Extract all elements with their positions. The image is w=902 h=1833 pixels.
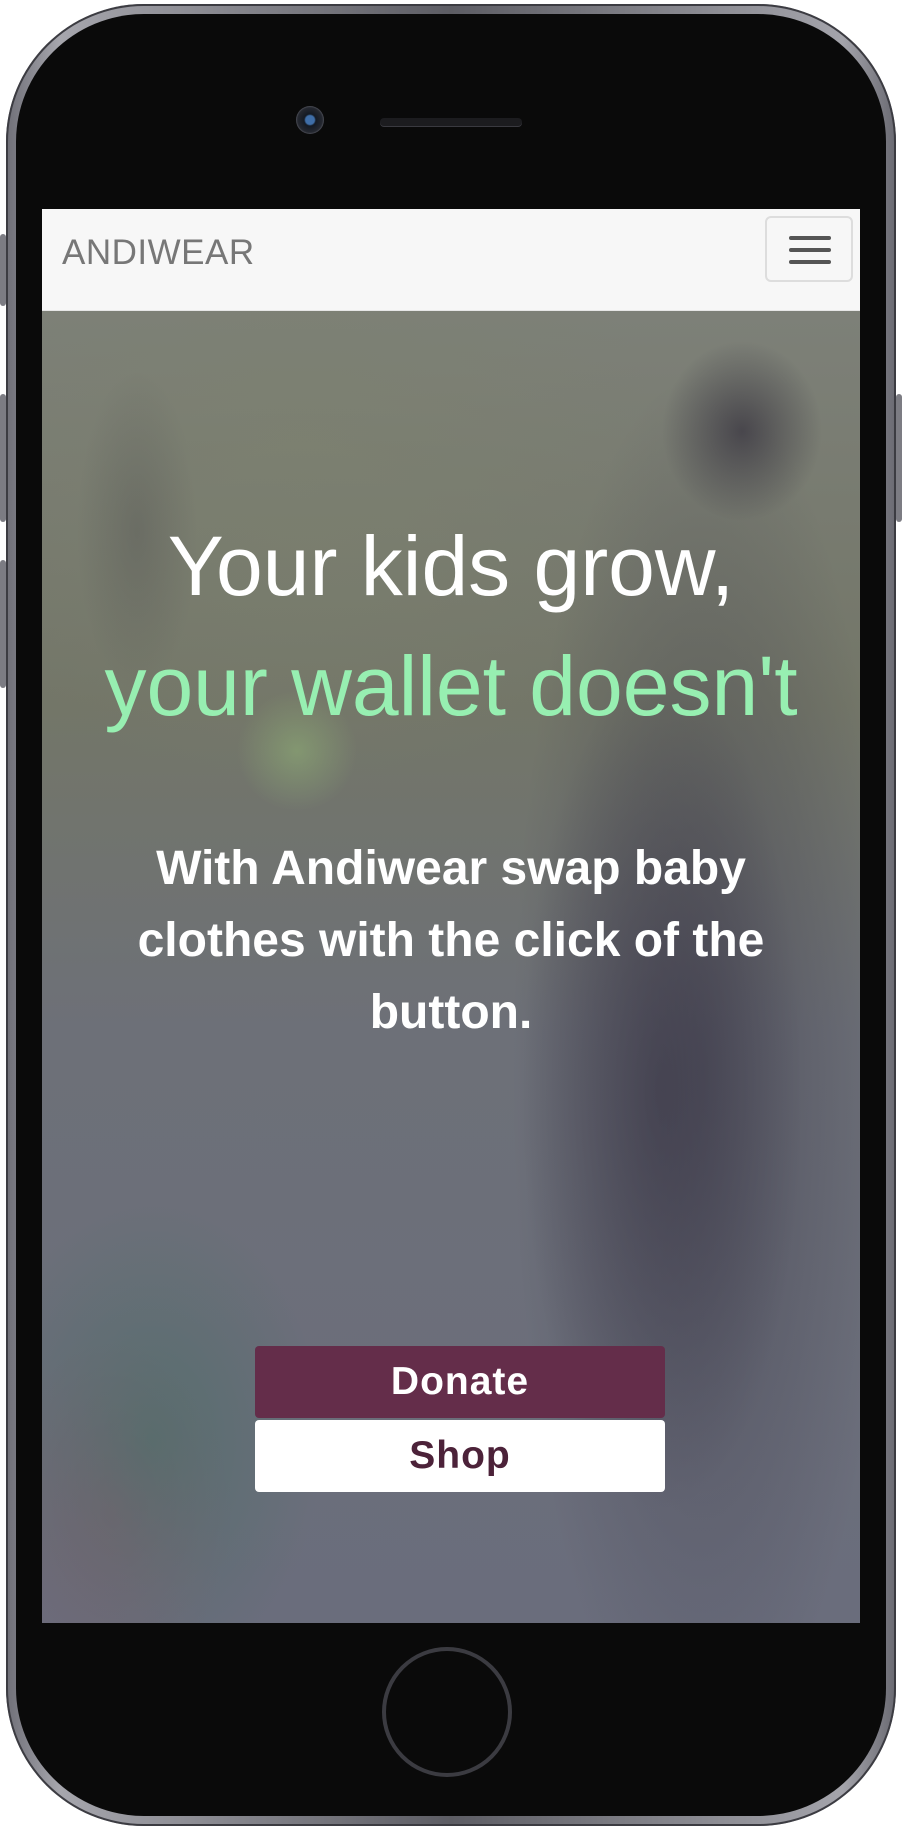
donate-button[interactable]: Donate: [255, 1346, 665, 1418]
brand-link[interactable]: ANDIWEAR: [62, 233, 255, 273]
front-camera: [296, 106, 324, 134]
hero-tagline: With Andiwear swap baby clothes with the…: [137, 842, 765, 1039]
hamburger-menu-icon: [789, 236, 831, 240]
hamburger-menu-icon-bar: [789, 248, 831, 252]
earpiece-speaker: [380, 118, 522, 126]
shop-button[interactable]: Shop: [255, 1420, 665, 1492]
home-button[interactable]: [382, 1647, 512, 1777]
menu-toggle-button[interactable]: [765, 216, 853, 282]
hamburger-menu-icon-bar: [789, 260, 831, 264]
phone-side-button-mute: [0, 234, 6, 306]
hero-section: Your kids grow, your wallet doesn't With…: [42, 311, 860, 1623]
navbar: ANDIWEAR: [42, 209, 860, 311]
headline-line-1: Your kids grow,: [167, 519, 735, 613]
phone-side-button-power: [896, 394, 902, 522]
phone-side-button-volume-up: [0, 394, 6, 522]
phone-screen: ANDIWEAR Your kids grow, your wallet doe…: [42, 209, 860, 1623]
headline-line-2: your wallet doesn't: [104, 639, 798, 733]
phone-side-button-volume-down: [0, 560, 6, 688]
